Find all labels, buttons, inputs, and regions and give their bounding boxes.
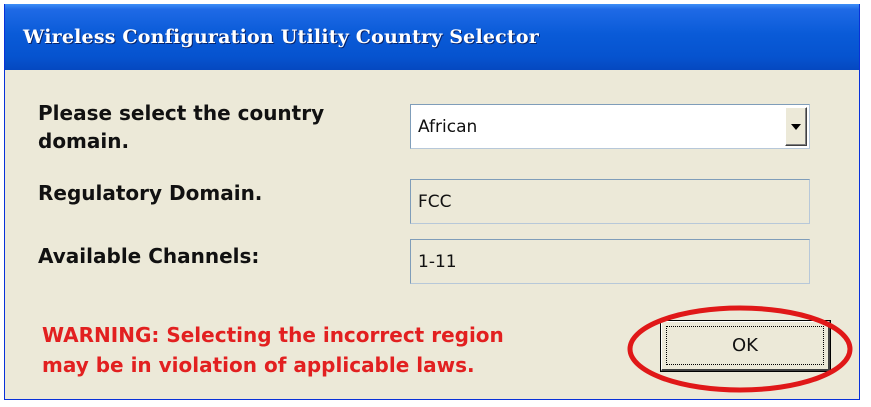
window-title: Wireless Configuration Utility Country S…	[23, 26, 539, 48]
ok-button[interactable]: OK	[661, 321, 830, 371]
chevron-down-icon	[791, 123, 801, 130]
available-channels-field: 1-11	[410, 239, 810, 284]
country-domain-value: African	[418, 116, 478, 137]
warning-line-2: may be in violation of applicable laws.	[42, 353, 475, 377]
available-channels-label: Available Channels:	[38, 244, 260, 268]
regulatory-domain-value: FCC	[418, 191, 452, 212]
regulatory-domain-label: Regulatory Domain.	[38, 181, 263, 205]
title-bar[interactable]: Wireless Configuration Utility Country S…	[5, 4, 859, 70]
regulatory-domain-field: FCC	[410, 179, 810, 224]
country-domain-label: Please select the country domain.	[38, 101, 325, 153]
dropdown-button[interactable]	[785, 107, 807, 146]
country-selector-dialog: Wireless Configuration Utility Country S…	[4, 4, 860, 400]
warning-message: WARNING: Selecting the incorrect region …	[42, 320, 504, 380]
warning-line-1: WARNING: Selecting the incorrect region	[42, 323, 504, 347]
available-channels-value: 1-11	[418, 251, 457, 272]
country-domain-select[interactable]: African	[410, 104, 810, 149]
ok-button-label: OK	[732, 335, 758, 356]
